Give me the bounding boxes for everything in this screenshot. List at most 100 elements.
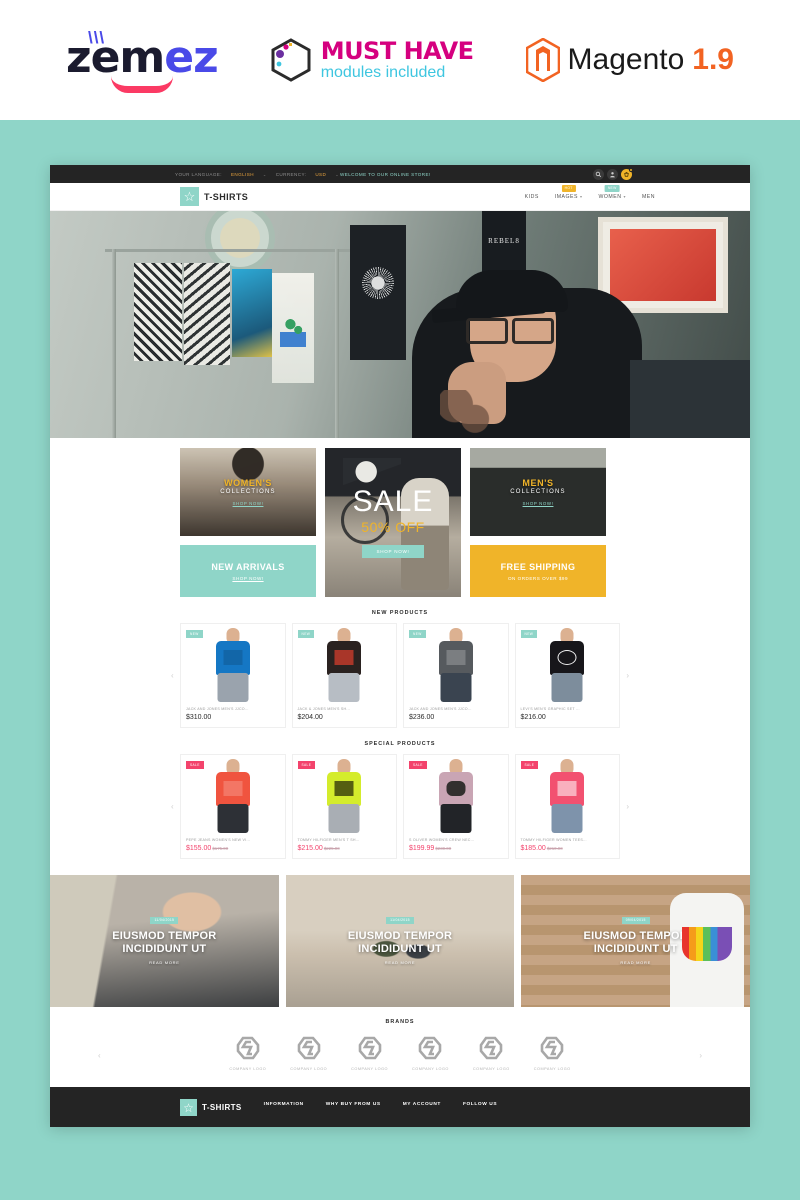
- footer-logo[interactable]: ☆ T-SHIRTS: [180, 1099, 242, 1116]
- product-price: $185.00$210.00: [516, 845, 620, 852]
- product-card[interactable]: SALE PEPE JEANS WOMEN'S NEW VI... $155.0…: [180, 754, 286, 859]
- product-card[interactable]: SALE S OLIVER WOMEN'S CREW NEC... $199.9…: [403, 754, 509, 859]
- banner-title: WOMEN'S: [224, 478, 272, 488]
- banner-column-middle: SALE 50% OFF SHOP NOW!: [325, 448, 461, 597]
- chevron-down-icon[interactable]: ▾: [623, 194, 626, 199]
- currency-value[interactable]: USD: [315, 172, 326, 177]
- brand-item[interactable]: COMPANY LOGO: [473, 1035, 510, 1071]
- nav-label: MEN: [641, 193, 655, 200]
- post-title: EIUSMOD TEMPOR INCIDIDUNT UT: [112, 929, 217, 955]
- promo-banner-grid: WOMEN'S COLLECTIONS SHOP NOW! NEW ARRIVA…: [50, 438, 750, 597]
- zemez-logo-text-blue: ez: [164, 31, 218, 83]
- footer-column-why-buy: WHY BUY FROM US: [326, 1102, 381, 1107]
- nav-item-kids[interactable]: KIDS: [525, 194, 539, 200]
- product-card[interactable]: NEW LEVI'S MEN'S GRAPHIC SET ... $216.00: [514, 623, 620, 728]
- magento-mark-icon: [525, 37, 560, 83]
- preview-stage: YOUR LANGUAGE: ENGLISH ⌄ CURRENCY: USD ⌄…: [0, 120, 800, 1200]
- search-icon[interactable]: [593, 168, 604, 180]
- banner-title: NEW ARRIVALS: [211, 561, 285, 572]
- company-logo-icon: [357, 1035, 383, 1061]
- hanging-shirt-decor: [184, 263, 230, 365]
- banner-free-shipping[interactable]: FREE SHIPPING ON ORDERS OVER $99: [470, 545, 606, 597]
- product-card[interactable]: NEW JACK & JONES MEN'S SH... $204.00: [291, 623, 397, 728]
- product-card[interactable]: SALE TOMMY HILFIGER WOMEN TEES... $185.0…: [514, 754, 620, 859]
- carousel-next-icon[interactable]: ›: [626, 671, 629, 680]
- cart-icon[interactable]: [621, 167, 633, 180]
- product-price: $216.00: [520, 714, 546, 721]
- post-read-more-link[interactable]: READ MORE: [385, 960, 416, 965]
- site-logo[interactable]: ☆ T-SHIRTS: [180, 187, 248, 206]
- footer-column-follow-us: FOLLOW US: [463, 1102, 497, 1107]
- banner-womens-collections[interactable]: WOMEN'S COLLECTIONS SHOP NOW!: [180, 448, 316, 536]
- hanging-shirt-decor: [232, 269, 272, 357]
- main-navigation: KIDS HOT IMAGES ▾ NEW WOMEN ▾ MEN: [525, 184, 655, 200]
- couch-decor: [630, 360, 750, 438]
- hanging-shirt-decor: [134, 263, 182, 361]
- brand-item[interactable]: COMPANY LOGO: [290, 1035, 327, 1071]
- post-read-more-link[interactable]: READ MORE: [620, 960, 651, 965]
- company-logo-icon: [539, 1035, 565, 1061]
- product-price: $310.00: [186, 714, 212, 721]
- carousel-next-icon[interactable]: ›: [626, 802, 629, 811]
- blog-post-card[interactable]: 11/04/2015 EIUSMOD TEMPOR INCIDIDUNT UT …: [50, 875, 279, 1007]
- product-name: TOMMY HILFIGER WOMEN TEES...: [520, 838, 587, 842]
- nav-item-images[interactable]: HOT IMAGES ▾: [555, 184, 583, 200]
- hanging-shirt-decor: [272, 273, 314, 383]
- product-name: JACK AND JONES MEN'S JJCO...: [409, 707, 472, 711]
- brand-label: COMPANY LOGO: [533, 1067, 571, 1071]
- nav-label: KIDS: [524, 193, 539, 200]
- carousel-prev-icon[interactable]: ‹: [171, 671, 174, 680]
- clothes-rail-decor: [105, 249, 350, 252]
- chevron-down-icon[interactable]: ▾: [580, 194, 583, 199]
- post-date: 11/04/2015: [386, 916, 414, 924]
- banner-shop-now-link[interactable]: SHOP NOW!: [523, 501, 554, 506]
- post-title: EIUSMOD TEMPOR INCIDIDUNT UT: [583, 929, 688, 955]
- account-icon[interactable]: [607, 168, 618, 180]
- nav-item-women[interactable]: NEW WOMEN ▾: [598, 184, 626, 200]
- product-sale-price: $199.99: [409, 845, 435, 852]
- carousel-next-icon[interactable]: ›: [699, 1051, 702, 1060]
- product-card[interactable]: NEW JACK AND JONES MEN'S JJCO... $236.00: [403, 623, 509, 728]
- site-footer: ☆ T-SHIRTS INFORMATION WHY BUY FROM US M…: [50, 1087, 750, 1127]
- blog-post-card[interactable]: 11/04/2015 EIUSMOD TEMPOR INCIDIDUNT UT …: [285, 875, 515, 1007]
- product-card[interactable]: NEW JACK AND JONES MEN'S JJCO... $310.00: [180, 623, 286, 728]
- special-products-section: SPECIAL PRODUCTS ‹ › SALE PEPE JEANS WOM…: [50, 728, 750, 859]
- post-read-more-link[interactable]: READ MORE: [149, 960, 180, 965]
- product-old-price: $175.00: [212, 846, 229, 851]
- must-have-logo: MUST HAVE modules included: [270, 37, 474, 83]
- magento-logo: Magento 1.9: [525, 37, 734, 83]
- brand-item[interactable]: COMPANY LOGO: [229, 1035, 266, 1071]
- product-badge: SALE: [520, 761, 539, 769]
- footer-column-title: WHY BUY FROM US: [325, 1102, 381, 1107]
- banner-new-arrivals[interactable]: NEW ARRIVALS SHOP NOW!: [180, 545, 316, 597]
- footer-column-title: INFORMATION: [263, 1102, 304, 1107]
- banner-column-left: WOMEN'S COLLECTIONS SHOP NOW! NEW ARRIVA…: [180, 448, 316, 597]
- banner-shop-now-link[interactable]: SHOP NOW!: [233, 501, 264, 506]
- new-products-section: NEW PRODUCTS ‹ › NEW JACK AND JONES MEN'…: [50, 597, 750, 728]
- banner-shop-now-link[interactable]: SHOP NOW!: [232, 576, 263, 581]
- banner-sale[interactable]: SALE 50% OFF SHOP NOW!: [325, 448, 461, 597]
- brand-name: T-SHIRTS: [204, 191, 249, 202]
- sale-shop-now-button[interactable]: SHOP NOW!: [362, 545, 424, 558]
- hero-banner[interactable]: [50, 211, 750, 438]
- product-price: $236.00: [409, 714, 435, 721]
- chevron-down-icon[interactable]: ⌄: [263, 172, 267, 177]
- product-name: LEVI'S MEN'S GRAPHIC SET ...: [520, 707, 580, 711]
- banner-mens-collections[interactable]: MEN'S COLLECTIONS SHOP NOW!: [470, 448, 606, 536]
- chevron-down-icon[interactable]: ⌄: [335, 172, 339, 177]
- banner-subtitle: COLLECTIONS: [510, 489, 566, 495]
- nav-item-men[interactable]: MEN: [642, 194, 655, 200]
- brand-item[interactable]: COMPANY LOGO: [534, 1035, 571, 1071]
- product-price: $204.00: [297, 714, 323, 721]
- brand-label: COMPANY LOGO: [290, 1067, 328, 1071]
- carousel-prev-icon[interactable]: ‹: [171, 802, 174, 811]
- carousel-prev-icon[interactable]: ‹: [98, 1051, 101, 1060]
- brand-item[interactable]: COMPANY LOGO: [412, 1035, 449, 1071]
- blog-post-card[interactable]: 09/04/2015 EIUSMOD TEMPOR INCIDIDUNT UT …: [521, 875, 751, 1007]
- hanging-shirt-decor: [350, 225, 406, 360]
- brand-item[interactable]: COMPANY LOGO: [351, 1035, 388, 1071]
- product-card[interactable]: SALE TOMMY HILFIGER MEN'S T SH... $215.0…: [291, 754, 397, 859]
- must-have-subtitle: modules included: [320, 64, 446, 81]
- language-value[interactable]: ENGLISH: [231, 172, 254, 177]
- must-have-title: MUST HAVE: [320, 37, 474, 65]
